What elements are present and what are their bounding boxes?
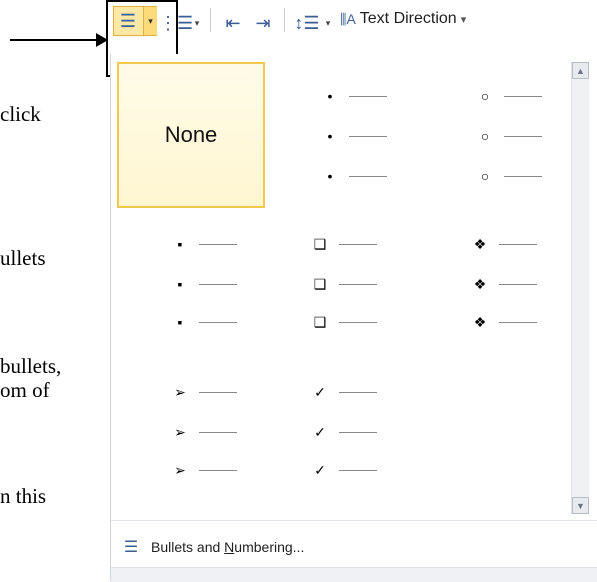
bullet-style-checkmark[interactable]: ✓ ✓ ✓: [271, 374, 421, 524]
bullets-and-numbering-label: Bullets and Numbering...: [151, 539, 305, 555]
bullet-square-icon: ▪: [177, 314, 183, 330]
bullet-arrow-icon: ➢: [174, 424, 186, 440]
doc-text-ullets: ullets: [0, 246, 46, 270]
chevron-down-icon: ▾: [460, 13, 467, 26]
toolbar-separator: [284, 8, 285, 32]
bullet-circle-icon: ○: [480, 88, 490, 104]
decrease-indent-icon[interactable]: ⇤: [220, 6, 246, 40]
text-direction-button[interactable]: ⫼A Text Direction ▾: [340, 10, 466, 28]
bullet-style-small-round[interactable]: • • •: [271, 68, 421, 218]
numbering-dropdown-arrow[interactable]: ▾: [190, 6, 204, 40]
doc-text-click: click: [0, 102, 41, 126]
bullet-hollow-square-icon: ❑: [313, 236, 327, 252]
bullet-diamond-icon: ❖: [473, 236, 487, 252]
bullet-round-icon: •: [327, 88, 333, 104]
line-spacing-dropdown-arrow[interactable]: ▾: [322, 6, 334, 40]
bullet-style-hollow-square[interactable]: ❑ ❑ ❑: [271, 224, 421, 374]
increase-indent-icon[interactable]: ⇥: [250, 6, 276, 40]
bullet-hollow-square-icon: ❑: [313, 314, 327, 330]
bullet-diamond-icon: ❖: [473, 276, 487, 292]
dropdown-footer: [111, 567, 597, 582]
bullet-circle-icon: ○: [480, 128, 490, 144]
toolbar-separator: [210, 8, 211, 32]
bullet-library-dropdown: None • • • ○ ○ ○ ▪ ▪ ▪ ❑ ❑ ❑ ❖ ❖ ❖ ➢ ➢ ➢…: [110, 54, 597, 582]
doc-text-bullets: bullets,: [0, 354, 62, 378]
bullet-arrow-icon: ➢: [174, 384, 186, 400]
none-label: None: [164, 122, 218, 147]
scroll-up-icon[interactable]: ▲: [572, 62, 589, 79]
bullet-diamond-icon: ❖: [473, 314, 487, 330]
bullets-and-numbering-menu-item[interactable]: ☰ Bullets and Numbering...: [111, 532, 597, 562]
doc-text-om-of: om of: [0, 378, 50, 402]
doc-text-n-this: n this: [0, 484, 47, 508]
bullets-list-icon: ☰: [123, 539, 139, 556]
checkmark-icon: ✓: [314, 384, 326, 400]
scroll-down-icon[interactable]: ▼: [572, 497, 589, 514]
bullet-style-diamond-cluster[interactable]: ❖ ❖ ❖: [431, 224, 581, 374]
gallery-scrollbar[interactable]: ▲ ▼: [571, 62, 589, 514]
text-direction-label: Text Direction: [359, 10, 457, 27]
ribbon-toolbar: ☰ ▾ ⋮☰ ▾ ⇤ ⇥ ↕☰ ▾ ⫼A Text Direction ▾: [110, 0, 597, 50]
bullet-circle-icon: ○: [480, 168, 490, 184]
bullet-square-icon: ▪: [177, 236, 183, 252]
bullet-style-hollow-circle[interactable]: ○ ○ ○: [431, 68, 581, 218]
bullet-hollow-square-icon: ❑: [313, 276, 327, 292]
bullet-style-arrow[interactable]: ➢ ➢ ➢: [111, 374, 261, 524]
line-spacing-icon[interactable]: ↕☰: [292, 6, 322, 40]
checkmark-icon: ✓: [314, 462, 326, 478]
checkmark-icon: ✓: [314, 424, 326, 440]
bullet-style-none[interactable]: None: [117, 62, 265, 208]
bullet-style-filled-square[interactable]: ▪ ▪ ▪: [111, 224, 261, 374]
bullet-arrow-icon: ➢: [174, 462, 186, 478]
annotation-arrow-line: [10, 39, 98, 41]
bullet-round-icon: •: [327, 168, 333, 184]
bullet-round-icon: •: [327, 128, 333, 144]
text-direction-icon: ⫼A: [340, 10, 356, 27]
menu-separator: [111, 520, 597, 521]
bullet-square-icon: ▪: [177, 276, 183, 292]
